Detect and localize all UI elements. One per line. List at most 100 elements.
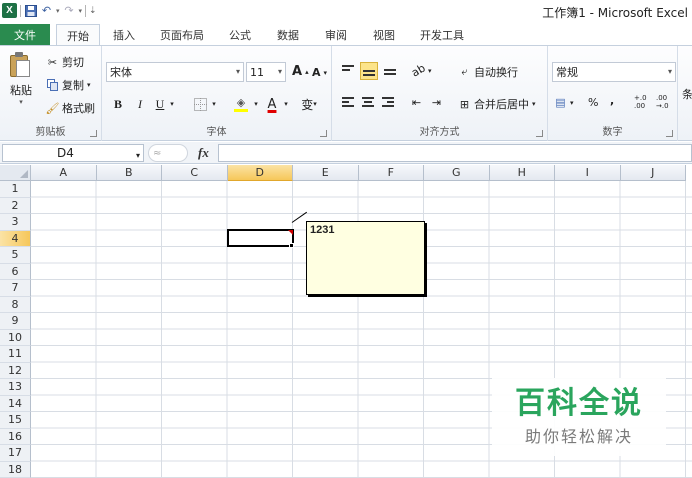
column-header-d[interactable]: D	[227, 165, 293, 181]
row-header-16[interactable]: 16	[0, 428, 31, 445]
font-color-dropdown-icon[interactable]: ▾	[282, 94, 290, 114]
undo-icon[interactable]: ↶	[40, 4, 53, 17]
copy-button[interactable]: 复制 ▾	[46, 77, 91, 93]
conditional-format-button[interactable]: 条	[682, 86, 692, 102]
row-header-11[interactable]: 11	[0, 346, 31, 363]
row-header-3[interactable]: 3	[0, 214, 31, 231]
column-header-f[interactable]: F	[358, 165, 424, 181]
tab-review[interactable]: 审阅	[316, 24, 356, 46]
fill-color-button[interactable]: ◈	[230, 94, 252, 114]
row-header-13[interactable]: 13	[0, 379, 31, 396]
column-header-b[interactable]: B	[96, 165, 162, 181]
row-header-1[interactable]: 1	[0, 181, 31, 198]
increase-indent-button[interactable]: ⇥	[430, 96, 443, 109]
tab-insert[interactable]: 插入	[104, 24, 144, 46]
row-header-8[interactable]: 8	[0, 296, 31, 313]
italic-button[interactable]: I	[132, 94, 148, 114]
percent-button[interactable]: %	[588, 96, 598, 109]
insert-function-icon[interactable]: fx	[198, 145, 209, 161]
chevron-down-icon[interactable]: ▾	[136, 148, 140, 164]
grow-font-button[interactable]: A ▴	[292, 64, 309, 79]
tab-page-layout[interactable]: 页面布局	[152, 24, 212, 46]
row-header-10[interactable]: 10	[0, 329, 31, 346]
copy-dropdown-icon[interactable]: ▾	[87, 81, 91, 89]
redo-dropdown-icon[interactable]: ▾	[79, 7, 83, 15]
bold-button[interactable]: B	[110, 94, 126, 114]
align-right-icon[interactable]	[380, 94, 396, 110]
row-header-2[interactable]: 2	[0, 197, 31, 214]
select-all-button[interactable]	[0, 165, 31, 181]
font-size-select[interactable]: 11 ▾	[246, 62, 286, 82]
comma-button[interactable]: ,	[610, 94, 614, 107]
orientation-button[interactable]: ab ▾	[409, 61, 432, 79]
tab-view[interactable]: 视图	[364, 24, 404, 46]
column-header-h[interactable]: H	[489, 165, 555, 181]
formula-cancel-button[interactable]: ≈	[148, 144, 188, 162]
row-header-7[interactable]: 7	[0, 280, 31, 297]
merge-dropdown-icon[interactable]: ▾	[532, 100, 536, 108]
column-header-c[interactable]: C	[162, 165, 228, 181]
redo-icon[interactable]: ↷	[63, 4, 76, 17]
column-header-g[interactable]: G	[424, 165, 490, 181]
align-left-icon[interactable]	[340, 94, 356, 110]
accounting-dropdown-icon[interactable]: ▾	[570, 99, 574, 107]
tab-data[interactable]: 数据	[268, 24, 308, 46]
tab-developer[interactable]: 开发工具	[412, 24, 472, 46]
tab-file[interactable]: 文件	[0, 24, 50, 46]
active-cell[interactable]	[227, 229, 294, 247]
font-name-select[interactable]: 宋体 ▾	[106, 62, 244, 82]
borders-button[interactable]	[190, 94, 210, 114]
customize-qat-icon[interactable]: ⇣	[89, 6, 97, 16]
row-header-5[interactable]: 5	[0, 247, 31, 264]
shrink-font-button[interactable]: A ▾	[312, 66, 327, 79]
number-launcher-icon[interactable]	[666, 130, 673, 137]
column-header-j[interactable]: J	[620, 165, 686, 181]
underline-dropdown-icon[interactable]: ▾	[168, 94, 176, 114]
cut-button[interactable]: ✂ 剪切	[46, 54, 84, 70]
font-color-button[interactable]: A	[262, 94, 282, 114]
alignment-launcher-icon[interactable]	[536, 130, 543, 137]
format-painter-button[interactable]: 🖌 格式刷	[46, 100, 95, 116]
column-header-i[interactable]: I	[555, 165, 621, 181]
fill-handle[interactable]	[289, 243, 294, 248]
cell-comment[interactable]: 1231	[306, 221, 425, 295]
fill-color-dropdown-icon[interactable]: ▾	[252, 94, 260, 114]
decrease-decimal-button[interactable]: .00 →.0	[656, 94, 674, 110]
wrap-text-button[interactable]: ⤶ 自动换行	[458, 64, 518, 80]
row-header-4[interactable]: 4	[0, 230, 31, 247]
column-header-e[interactable]: E	[293, 165, 359, 181]
borders-dropdown-icon[interactable]: ▾	[210, 94, 218, 114]
row-header-6[interactable]: 6	[0, 263, 31, 280]
merge-center-button[interactable]: ⊞ 合并后居中 ▾	[458, 96, 536, 112]
tab-home[interactable]: 开始	[56, 24, 100, 47]
row-header-14[interactable]: 14	[0, 395, 31, 412]
undo-dropdown-icon[interactable]: ▾	[56, 7, 60, 15]
decrease-indent-button[interactable]: ⇤	[410, 96, 423, 109]
align-top-icon[interactable]	[340, 62, 356, 78]
phonetic-dropdown-icon[interactable]: ▾	[313, 100, 317, 108]
name-box[interactable]: D4 ▾	[2, 144, 144, 162]
align-middle-icon[interactable]	[360, 62, 378, 80]
number-format-select[interactable]: 常规 ▾	[552, 62, 676, 82]
accounting-format-button[interactable]: ▤ ▾	[554, 96, 574, 109]
row-header-15[interactable]: 15	[0, 412, 31, 429]
increase-decimal-button[interactable]: +.0 .00	[634, 94, 652, 110]
align-bottom-icon[interactable]	[382, 62, 398, 78]
font-launcher-icon[interactable]	[320, 130, 327, 137]
formula-input[interactable]	[218, 144, 692, 162]
row-header-18[interactable]: 18	[0, 461, 31, 478]
row-header-12[interactable]: 12	[0, 362, 31, 379]
clipboard-launcher-icon[interactable]	[90, 130, 97, 137]
underline-button[interactable]: U	[152, 94, 168, 114]
excel-logo-icon[interactable]: X	[2, 3, 17, 18]
row-header-9[interactable]: 9	[0, 313, 31, 330]
align-center-icon[interactable]	[360, 94, 376, 110]
phonetic-button[interactable]: 变 ▾	[298, 94, 320, 114]
paste-button[interactable]: 粘贴 ▾	[6, 52, 36, 108]
column-header-a[interactable]: A	[31, 165, 97, 181]
row-header-17[interactable]: 17	[0, 445, 31, 462]
save-icon[interactable]	[24, 4, 37, 17]
orientation-dropdown-icon[interactable]: ▾	[428, 67, 432, 75]
paste-dropdown-icon[interactable]: ▾	[19, 98, 23, 106]
tab-formulas[interactable]: 公式	[220, 24, 260, 46]
